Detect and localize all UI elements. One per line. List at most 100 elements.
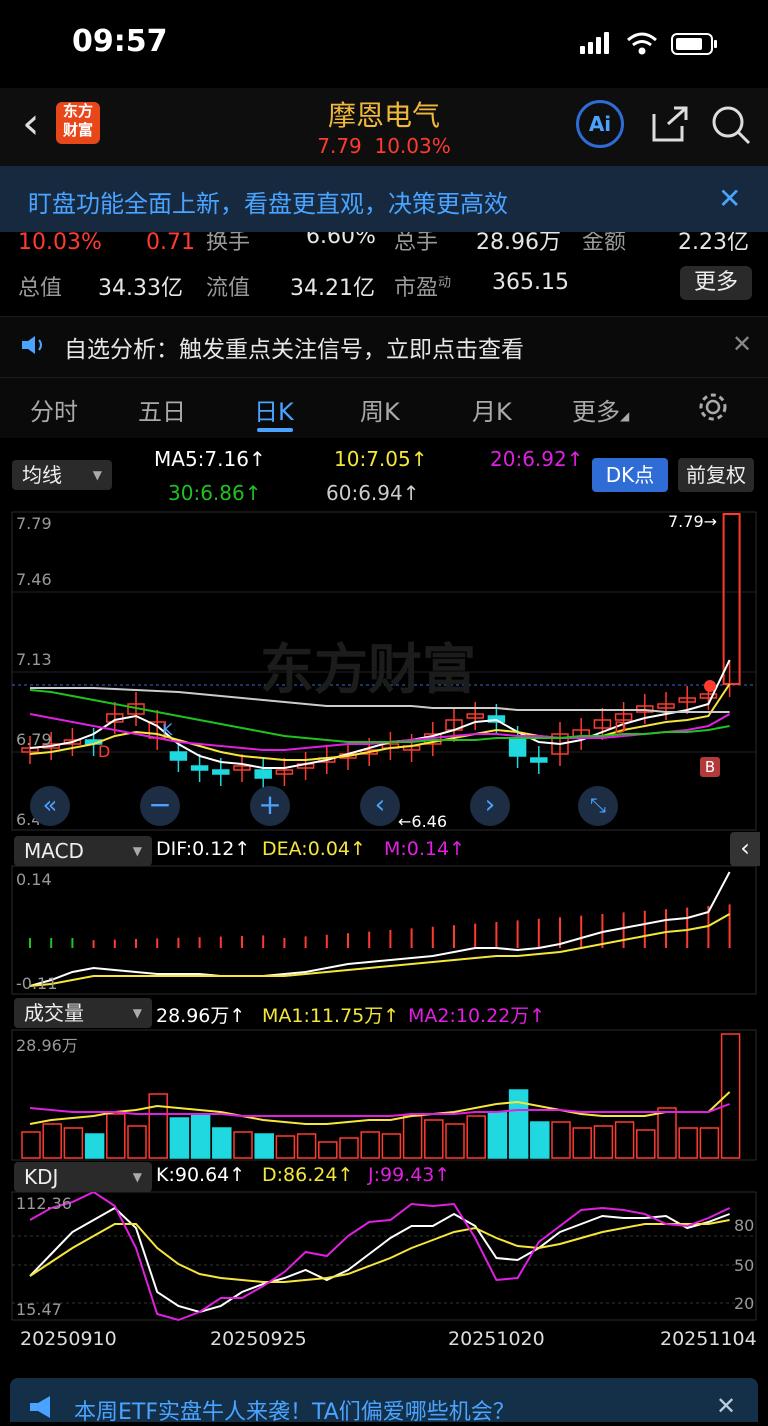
candle-body (169, 751, 188, 761)
quote-row-1: 10.03% 0.71 换手 6.60% 总手 28.96万 金额 2.23亿 (18, 232, 758, 258)
kdj-d-line (29, 1219, 730, 1283)
volume-bar (42, 1123, 62, 1159)
search-icon[interactable] (710, 104, 752, 146)
watermark: 东方财富 (260, 638, 476, 701)
macd-dif: DIF:0.12↑ (156, 838, 251, 860)
scroll-right-button[interactable]: › (470, 786, 510, 826)
ma10-value: 10:7.05↑ (334, 447, 428, 471)
d-signal-marker-1: D (98, 742, 111, 761)
volume-bar (127, 1125, 147, 1159)
quote-turnover: 6.60% (306, 232, 376, 249)
zoom-out-button[interactable]: − (140, 786, 180, 826)
quote-float-label: 流值 (206, 276, 251, 301)
candle-body (530, 757, 548, 763)
volume-bar (318, 1141, 338, 1159)
volume-select[interactable]: 成交量 ▼ (14, 998, 152, 1028)
kdj-d: D:86.24↑ (262, 1164, 354, 1186)
volume-bar (530, 1121, 550, 1159)
banner-close-icon[interactable]: ✕ (718, 182, 741, 215)
tab-five-day[interactable]: 五日 (138, 392, 186, 427)
volume-ma1-line (29, 1091, 731, 1125)
volume-bar (169, 1117, 190, 1159)
quote-amount: 2.23亿 (678, 232, 749, 255)
kdj-y-bottom: 15.47 (16, 1300, 62, 1319)
ai-button[interactable]: Ai (576, 100, 624, 148)
macd-y-top: 0.14 (16, 870, 52, 889)
share-icon[interactable] (650, 104, 690, 144)
kdj-select[interactable]: KDJ ▼ (14, 1162, 152, 1192)
price-adjust-button[interactable]: 前复权 (678, 458, 754, 492)
macd-dea: DEA:0.04↑ (262, 838, 366, 860)
date-label-2: 20250925 (210, 1328, 307, 1350)
quote-pe-label: 市盈动 (394, 275, 452, 301)
dk-point-button[interactable]: DK点 (592, 458, 668, 492)
buy-signal-marker[interactable]: B (700, 757, 720, 777)
macd-y-bottom: -0.11 (16, 974, 58, 993)
date-label-3: 20251020 (448, 1328, 545, 1350)
feature-banner-text: 盯盘功能全面上新，看盘更直观，决策更高效 (28, 190, 508, 218)
volume-bar (212, 1127, 232, 1159)
volume-y-top: 28.96万 (16, 1036, 78, 1055)
tab-monthly-k[interactable]: 月K (472, 392, 512, 427)
volume-value: 28.96万↑ (156, 1005, 246, 1027)
speaker-icon (22, 336, 42, 354)
volume-bar (275, 1135, 296, 1159)
tab-weekly-k[interactable]: 周K (360, 392, 400, 427)
quote-mktcap-label: 总值 (18, 276, 63, 301)
zoom-in-button[interactable]: + (250, 786, 290, 826)
candle-body (212, 769, 230, 775)
tab-more[interactable]: 更多◢ (572, 392, 629, 427)
fullscreen-button[interactable]: ⤡ (578, 786, 618, 826)
quote-change: 0.71 (146, 232, 195, 255)
kdj-j-line (29, 1190, 731, 1322)
volume-ma2: MA2:10.22万↑ (408, 1005, 546, 1027)
quote-mktcap: 34.33亿 (98, 276, 183, 301)
volume-bar (445, 1123, 465, 1159)
volume-bar (636, 1129, 656, 1159)
volume-bar (424, 1119, 444, 1159)
volume-bar (21, 1131, 41, 1159)
quote-more-button[interactable]: 更多 (680, 266, 752, 300)
zoom-out-max-button[interactable]: « (30, 786, 70, 826)
volume-bar (254, 1133, 274, 1159)
volume-bar (296, 1133, 317, 1159)
volume-bar (339, 1137, 359, 1159)
candle-body (190, 765, 209, 771)
macd-select[interactable]: MACD ▼ (14, 836, 152, 866)
volume-bar (63, 1127, 84, 1159)
scroll-left-button[interactable]: ‹ (360, 786, 400, 826)
quote-turnover-label: 换手 (206, 232, 251, 255)
volume-bar (699, 1127, 720, 1159)
volume-bar (614, 1121, 635, 1159)
notice-text: 自选分析：触发重点关注信号，立即点击查看 (64, 337, 524, 363)
promo-close-icon[interactable]: ✕ (716, 1392, 736, 1420)
kdj-level-20: 20 (734, 1294, 755, 1313)
tab-active-indicator (257, 428, 293, 432)
wifi-icon (627, 32, 657, 55)
candle-body (254, 769, 272, 779)
chart-area[interactable]: 东方财富 (0, 508, 768, 1378)
candle-body (508, 737, 527, 757)
candle-body (722, 513, 741, 685)
ma60-value: 60:6.94↑ (326, 481, 420, 505)
macd-dea-line (29, 913, 731, 987)
overlay-select[interactable]: 均线 ▼ (12, 460, 112, 490)
signal-icon (580, 32, 609, 54)
tab-daily-k[interactable]: 日K (254, 392, 294, 427)
ma20-value: 20:6.92↑ (490, 447, 584, 471)
notice-close-icon[interactable]: ✕ (732, 330, 752, 358)
low-price-label: ←6.46 (398, 812, 448, 831)
tab-intraday[interactable]: 分时 (30, 392, 78, 427)
volume-bar (508, 1089, 529, 1159)
collapse-panel-button[interactable]: ‹ (730, 832, 760, 866)
volume-bar (381, 1133, 402, 1159)
quote-float: 34.21亿 (290, 276, 375, 301)
quote-amount-label: 金额 (582, 232, 627, 255)
settings-gear-icon[interactable] (698, 392, 728, 422)
volume-bar (84, 1133, 105, 1159)
date-label-1: 20250910 (20, 1328, 117, 1350)
y-label-3: 7.13 (16, 650, 52, 669)
volume-bar (106, 1113, 126, 1159)
quote-change-pct: 10.03% (18, 232, 102, 255)
volume-bar (402, 1115, 423, 1159)
